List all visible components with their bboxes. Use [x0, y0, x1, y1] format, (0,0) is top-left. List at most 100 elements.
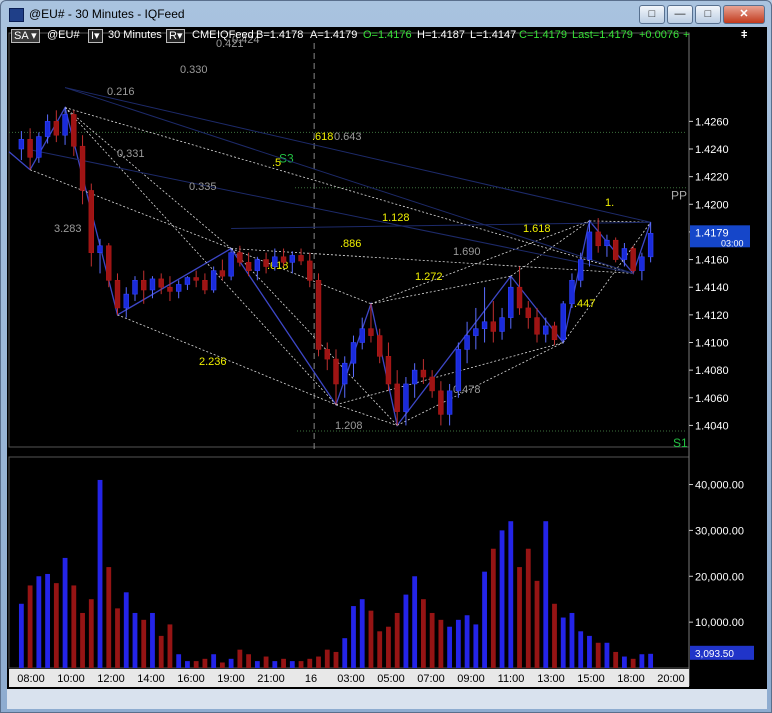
volume-bar: [307, 658, 313, 668]
close-button[interactable]: ✕: [723, 5, 765, 24]
candle-body: [167, 286, 173, 292]
r-box[interactable]: R▾: [166, 29, 186, 43]
volume-bar: [202, 658, 208, 668]
candle-body: [508, 286, 514, 318]
price-tick-label: 1.4120: [695, 310, 729, 322]
candle-body: [473, 328, 479, 336]
candle-body: [420, 369, 427, 378]
maximize-button[interactable]: □: [695, 5, 721, 24]
ratio-label-yellow: 1.: [605, 197, 614, 209]
status-bar: [7, 689, 767, 709]
ratio-label-grey: 1.208: [335, 420, 363, 432]
volume-bar: [412, 576, 418, 668]
volume-bar: [176, 654, 182, 668]
restore-chart-button[interactable]: □: [639, 5, 665, 24]
candle-body: [630, 248, 636, 271]
candle-body: [342, 362, 348, 385]
volume-bar: [386, 626, 391, 668]
ratio-label-yellow: .447: [574, 298, 595, 310]
volume-bar: [219, 662, 225, 668]
high: H=1.4187: [417, 29, 466, 41]
candle-body: [18, 139, 25, 150]
candle-body: [385, 356, 392, 385]
volume-tick-label: 20,000.00: [695, 571, 744, 583]
time-tick-label: 20:00: [657, 673, 685, 685]
ratio-label-grey: 1.690: [453, 246, 481, 258]
volume-tick-label: 30,000.00: [695, 525, 744, 537]
candle-body: [350, 342, 357, 364]
minimize-button[interactable]: —: [667, 5, 693, 24]
volume-bar: [298, 661, 304, 668]
last: Last=1.4179: [572, 29, 633, 41]
candle-body: [578, 259, 584, 281]
last-volume-label: 3,093.50: [695, 649, 734, 660]
volume-bar: [167, 624, 173, 668]
volume-bar: [604, 642, 610, 668]
price-tick-label: 1.4240: [695, 144, 729, 156]
candle-body: [368, 328, 374, 336]
volume-bar: [534, 580, 540, 668]
volume-bar: [289, 661, 295, 668]
candle-body: [639, 256, 645, 271]
time-tick-label: 07:00: [417, 673, 445, 685]
price-volume-chart[interactable]: S3PPS11.40401.40601.40801.41001.41201.41…: [7, 27, 767, 689]
price-tick-label: 1.4040: [695, 420, 729, 432]
volume-bar: [333, 651, 339, 668]
plus-icon: +: [683, 29, 690, 41]
candle-body: [184, 277, 191, 285]
volume-bar: [525, 548, 531, 668]
candle-body: [560, 303, 566, 341]
volume-bar: [394, 612, 400, 668]
volume-bar: [569, 612, 575, 668]
interval-box[interactable]: I▾: [88, 29, 103, 43]
candle-body: [612, 239, 619, 260]
time-tick-label: 13:00: [537, 673, 565, 685]
interval[interactable]: 30 Minutes: [108, 29, 162, 41]
volume-tick-label: 40,000.00: [695, 480, 744, 492]
chart-area[interactable]: S3 PP S1 1.4040 1.4060 1.4080 1.4100 1.4120 1.41…: [7, 27, 767, 689]
time-tick-label: 09:00: [457, 673, 485, 685]
volume-bar: [517, 567, 522, 668]
price-tick-label: 1.4080: [695, 365, 729, 377]
price-tick-label: 1.4100: [695, 337, 729, 349]
zigzag-lead-line: [8, 151, 31, 171]
title-bar[interactable]: @EU# - 30 Minutes - IQFeed □ — □ ✕: [1, 1, 771, 27]
volume-bar: [351, 606, 356, 668]
candle-body: [158, 278, 164, 288]
volume-bar: [377, 631, 383, 668]
candle-body: [543, 325, 549, 335]
candle-body: [324, 349, 330, 360]
candle-body: [394, 383, 400, 412]
volume-bar: [53, 583, 59, 668]
volume-bar: [359, 599, 365, 668]
candle-body: [315, 280, 322, 350]
price-tick-label: 1.4060: [695, 393, 729, 405]
ratio-label-yellow: 1.128: [382, 212, 410, 224]
price-tick-label: 1.4260: [695, 116, 729, 128]
candle-body: [237, 252, 243, 263]
fib-connector-line: [117, 314, 337, 406]
candle-body: [376, 335, 383, 357]
time-tick-label: 14:00: [137, 673, 165, 685]
ratio-label-yellow: .886: [340, 238, 361, 250]
volume-bar: [447, 626, 453, 668]
sa-dropdown-icon: ▾: [31, 30, 37, 42]
app-icon: [9, 8, 24, 22]
time-tick-label: 03:00: [337, 673, 365, 685]
volume-bar: [36, 576, 42, 668]
volume-bar: [193, 661, 199, 668]
volume-bar: [429, 612, 435, 668]
ratio-label-grey: 0.335: [189, 181, 217, 193]
volume-bar: [97, 479, 103, 668]
symbol[interactable]: @EU#: [47, 29, 80, 41]
sa-box[interactable]: SA ▾: [11, 29, 40, 43]
candle-body: [97, 245, 103, 253]
time-tick-label: 12:00: [97, 673, 125, 685]
time-tick-label: 19:00: [217, 673, 245, 685]
menu-icon[interactable]: ǂ: [741, 29, 747, 41]
candle-body: [534, 317, 540, 335]
ratio-label-yellow: .5: [272, 157, 281, 169]
volume-tick-label: 10,000.00: [695, 617, 744, 629]
price-tick-label: 1.4200: [695, 199, 729, 211]
app-window: @EU# - 30 Minutes - IQFeed □ — □ ✕ S3 PP S…: [0, 0, 772, 713]
